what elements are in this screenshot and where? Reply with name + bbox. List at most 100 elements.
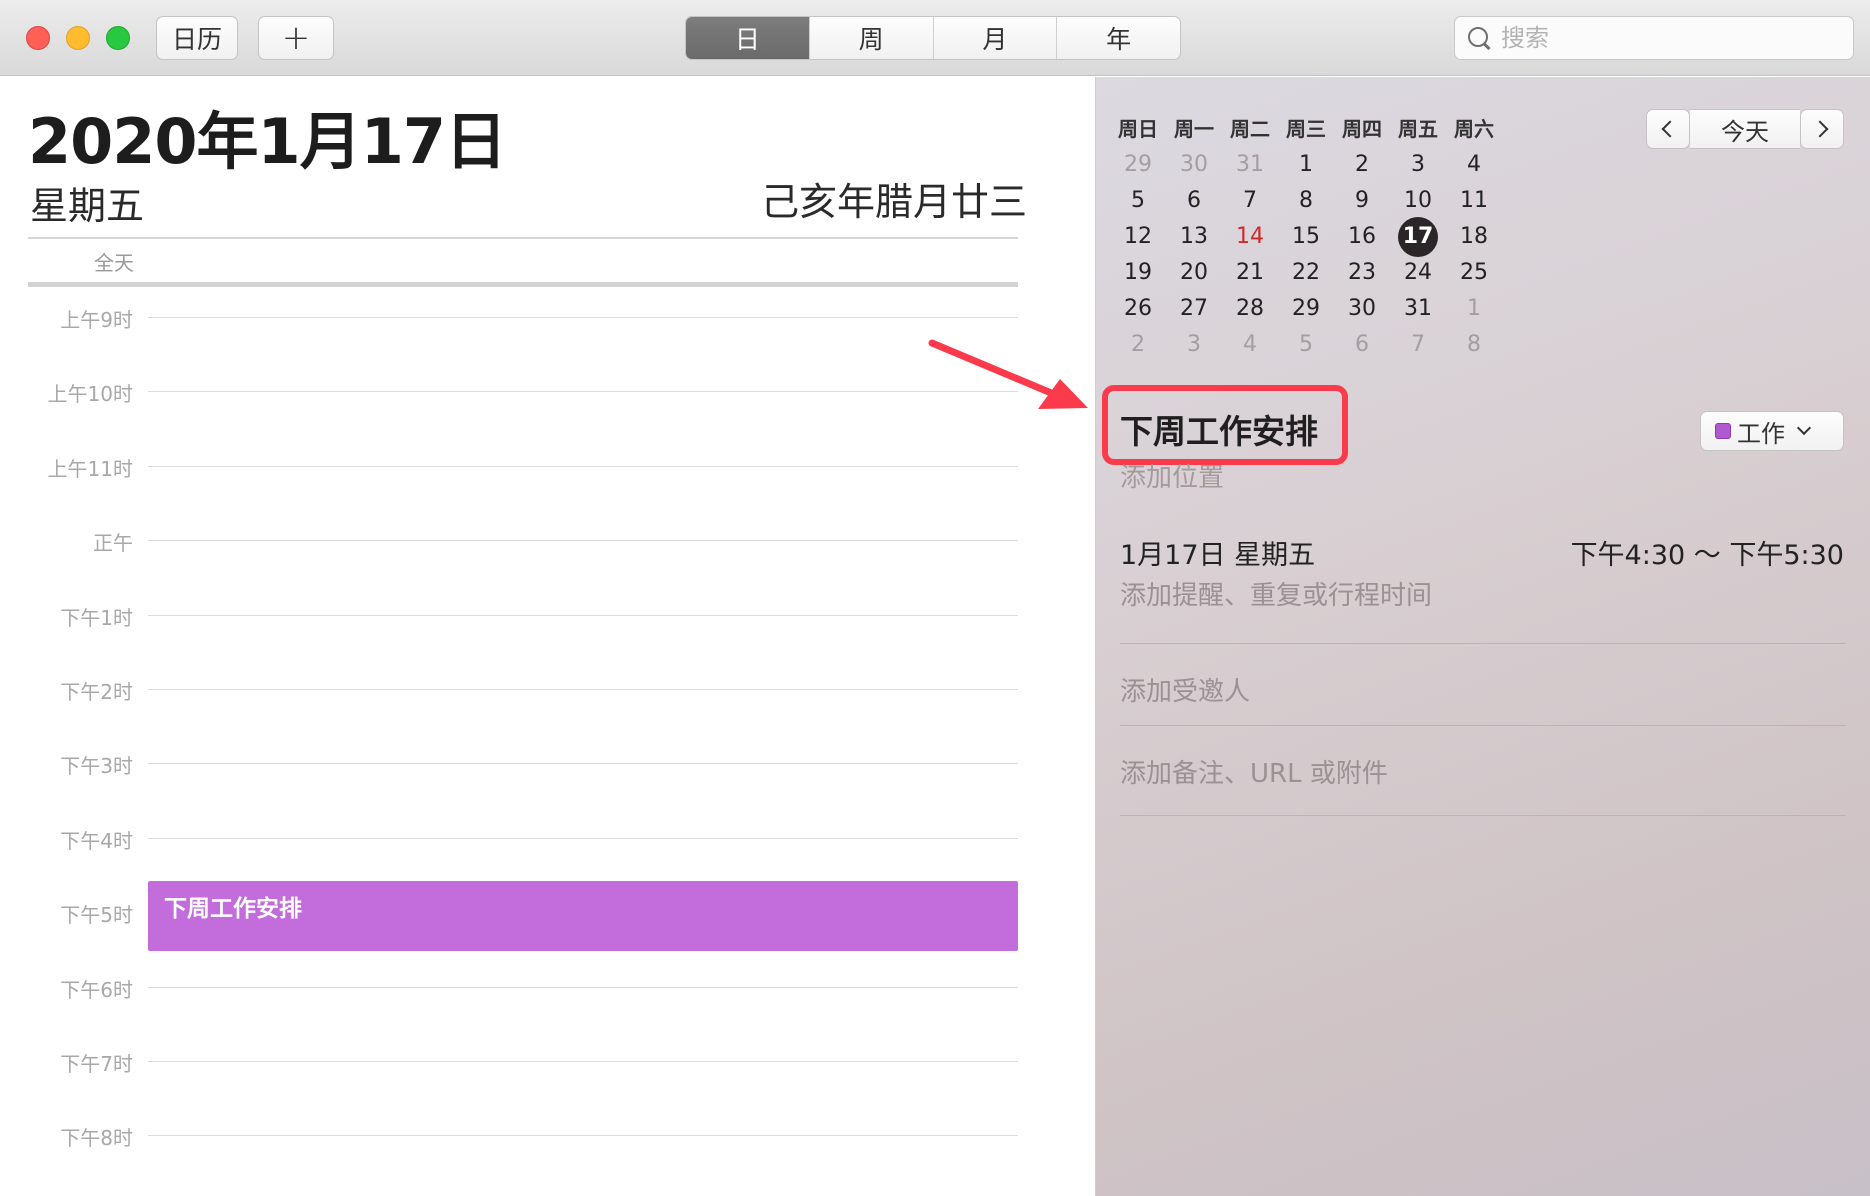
mini-calendar-day[interactable]: 30 bbox=[1166, 147, 1222, 183]
tab-day[interactable]: 日 bbox=[686, 17, 809, 59]
mini-calendar-day[interactable]: 2 bbox=[1110, 327, 1166, 363]
mini-calendar-day[interactable]: 4 bbox=[1446, 147, 1502, 183]
search-field[interactable] bbox=[1454, 16, 1854, 60]
weekday-header: 周六 bbox=[1454, 117, 1494, 141]
mini-calendar-day[interactable]: 9 bbox=[1334, 183, 1390, 219]
day-number: 2 bbox=[1131, 332, 1145, 357]
hour-row[interactable]: 下午1时 bbox=[0, 602, 1095, 632]
mini-calendar-day[interactable]: 5 bbox=[1278, 327, 1334, 363]
mini-calendar-day[interactable]: 11 bbox=[1446, 183, 1502, 219]
mini-calendar-day[interactable]: 22 bbox=[1278, 255, 1334, 291]
hour-label: 下午8时 bbox=[60, 1126, 133, 1151]
detail-divider bbox=[1120, 725, 1846, 726]
mini-calendar-day[interactable]: 19 bbox=[1110, 255, 1166, 291]
search-input[interactable] bbox=[1501, 24, 1821, 52]
tab-month[interactable]: 月 bbox=[932, 17, 1057, 59]
mini-calendar-day[interactable]: 6 bbox=[1166, 183, 1222, 219]
day-title: 2020年1月17日 bbox=[28, 105, 507, 178]
mini-calendar-day[interactable]: 6 bbox=[1334, 327, 1390, 363]
event-title[interactable]: 下周工作安排 bbox=[1120, 405, 1318, 453]
mini-calendar-day[interactable]: 26 bbox=[1110, 291, 1166, 327]
mini-calendar-day[interactable]: 31 bbox=[1222, 147, 1278, 183]
hour-row[interactable]: 正午 bbox=[0, 527, 1095, 557]
view-segmented-control: 日 周 月 年 bbox=[685, 16, 1181, 60]
next-month-button[interactable] bbox=[1800, 109, 1844, 149]
calendar-select-label: 工作 bbox=[1737, 419, 1785, 448]
minimize-window-button[interactable] bbox=[66, 26, 90, 50]
mini-calendar-day[interactable]: 18 bbox=[1446, 219, 1502, 255]
chevron-right-icon bbox=[1811, 120, 1829, 138]
calendars-button[interactable]: 日历 bbox=[156, 16, 238, 60]
hour-row[interactable]: 下午4时 bbox=[0, 825, 1095, 855]
close-window-button[interactable] bbox=[26, 26, 50, 50]
mini-calendar-day[interactable]: 4 bbox=[1222, 327, 1278, 363]
day-number: 16 bbox=[1348, 224, 1376, 249]
previous-month-button[interactable] bbox=[1646, 109, 1690, 149]
add-location-field[interactable]: 添加位置 bbox=[1120, 457, 1224, 494]
mini-calendar-day[interactable]: 1 bbox=[1278, 147, 1334, 183]
mini-calendar-day[interactable]: 25 bbox=[1446, 255, 1502, 291]
hour-row[interactable]: 上午9时 bbox=[0, 304, 1095, 334]
mini-calendar-day[interactable]: 24 bbox=[1390, 255, 1446, 291]
add-event-button[interactable]: + bbox=[258, 16, 334, 60]
hour-row[interactable]: 下午8时 bbox=[0, 1122, 1095, 1152]
day-number: 17 bbox=[1398, 217, 1438, 257]
add-invitees-field[interactable]: 添加受邀人 bbox=[1120, 671, 1250, 708]
mini-calendar-day[interactable]: 12 bbox=[1110, 219, 1166, 255]
event-date[interactable]: 1月17日 星期五 bbox=[1120, 533, 1315, 572]
mini-calendar-day[interactable]: 2 bbox=[1334, 147, 1390, 183]
mini-calendar-day[interactable]: 1 bbox=[1446, 291, 1502, 327]
mini-calendar-day[interactable]: 16 bbox=[1334, 219, 1390, 255]
mini-calendar-day[interactable]: 28 bbox=[1222, 291, 1278, 327]
detail-divider bbox=[1120, 815, 1846, 816]
day-number: 7 bbox=[1411, 332, 1425, 357]
mini-calendar-day[interactable]: 27 bbox=[1166, 291, 1222, 327]
mini-calendar-day[interactable]: 8 bbox=[1446, 327, 1502, 363]
hour-row[interactable]: 下午6时 bbox=[0, 974, 1095, 1004]
mini-calendar-day[interactable]: 29 bbox=[1110, 147, 1166, 183]
annotation-arrow bbox=[928, 339, 1088, 409]
hour-row[interactable]: 下午3时 bbox=[0, 750, 1095, 780]
hour-row[interactable]: 下午7时 bbox=[0, 1048, 1095, 1078]
mini-calendar-day[interactable]: 21 bbox=[1222, 255, 1278, 291]
add-notes-field[interactable]: 添加备注、URL 或附件 bbox=[1120, 753, 1388, 790]
hour-row[interactable]: 下午2时 bbox=[0, 676, 1095, 706]
day-number: 1 bbox=[1299, 152, 1313, 177]
hour-row[interactable]: 上午11时 bbox=[0, 453, 1095, 483]
mini-calendar-day[interactable]: 23 bbox=[1334, 255, 1390, 291]
mini-calendar-day[interactable]: 13 bbox=[1166, 219, 1222, 255]
hour-line bbox=[148, 763, 1018, 765]
today-button[interactable]: 今天 bbox=[1690, 109, 1800, 149]
mini-calendar-day[interactable]: 8 bbox=[1278, 183, 1334, 219]
hour-label: 下午1时 bbox=[60, 605, 133, 630]
mini-calendar-day[interactable]: 15 bbox=[1278, 219, 1334, 255]
mini-calendar-day[interactable]: 30 bbox=[1334, 291, 1390, 327]
mini-calendar-day[interactable]: 17 bbox=[1390, 217, 1446, 257]
day-number: 5 bbox=[1131, 188, 1145, 213]
day-number: 9 bbox=[1355, 188, 1369, 213]
weekday-header: 周三 bbox=[1286, 117, 1326, 141]
mini-calendar-week: 2 3 4 5 6 7 8 bbox=[1110, 327, 1502, 363]
mini-calendar-day[interactable]: 10 bbox=[1390, 183, 1446, 219]
mini-calendar-day[interactable]: 3 bbox=[1390, 147, 1446, 183]
mini-calendar-day[interactable]: 7 bbox=[1390, 327, 1446, 363]
mini-calendar-day[interactable]: 7 bbox=[1222, 183, 1278, 219]
mini-calendar-day[interactable]: 20 bbox=[1166, 255, 1222, 291]
event-block[interactable]: 下周工作安排 bbox=[148, 881, 1018, 951]
hour-line bbox=[148, 986, 1018, 988]
weekday-label: 星期五 bbox=[30, 184, 145, 228]
add-reminder-field[interactable]: 添加提醒、重复或行程时间 bbox=[1120, 575, 1432, 612]
event-time[interactable]: 下午4:30 ～ 下午5:30 bbox=[1571, 533, 1844, 572]
zoom-window-button[interactable] bbox=[106, 26, 130, 50]
day-number: 11 bbox=[1460, 188, 1488, 213]
mini-calendar-day[interactable]: 29 bbox=[1278, 291, 1334, 327]
tab-week[interactable]: 周 bbox=[808, 17, 933, 59]
mini-calendar-day[interactable]: 14 bbox=[1222, 219, 1278, 255]
calendar-select[interactable]: 工作 bbox=[1700, 411, 1844, 451]
mini-calendar-day[interactable]: 5 bbox=[1110, 183, 1166, 219]
mini-calendar-day[interactable]: 3 bbox=[1166, 327, 1222, 363]
tab-year[interactable]: 年 bbox=[1056, 17, 1180, 59]
hour-line bbox=[148, 391, 1018, 393]
day-number: 31 bbox=[1236, 152, 1264, 177]
mini-calendar-day[interactable]: 31 bbox=[1390, 291, 1446, 327]
